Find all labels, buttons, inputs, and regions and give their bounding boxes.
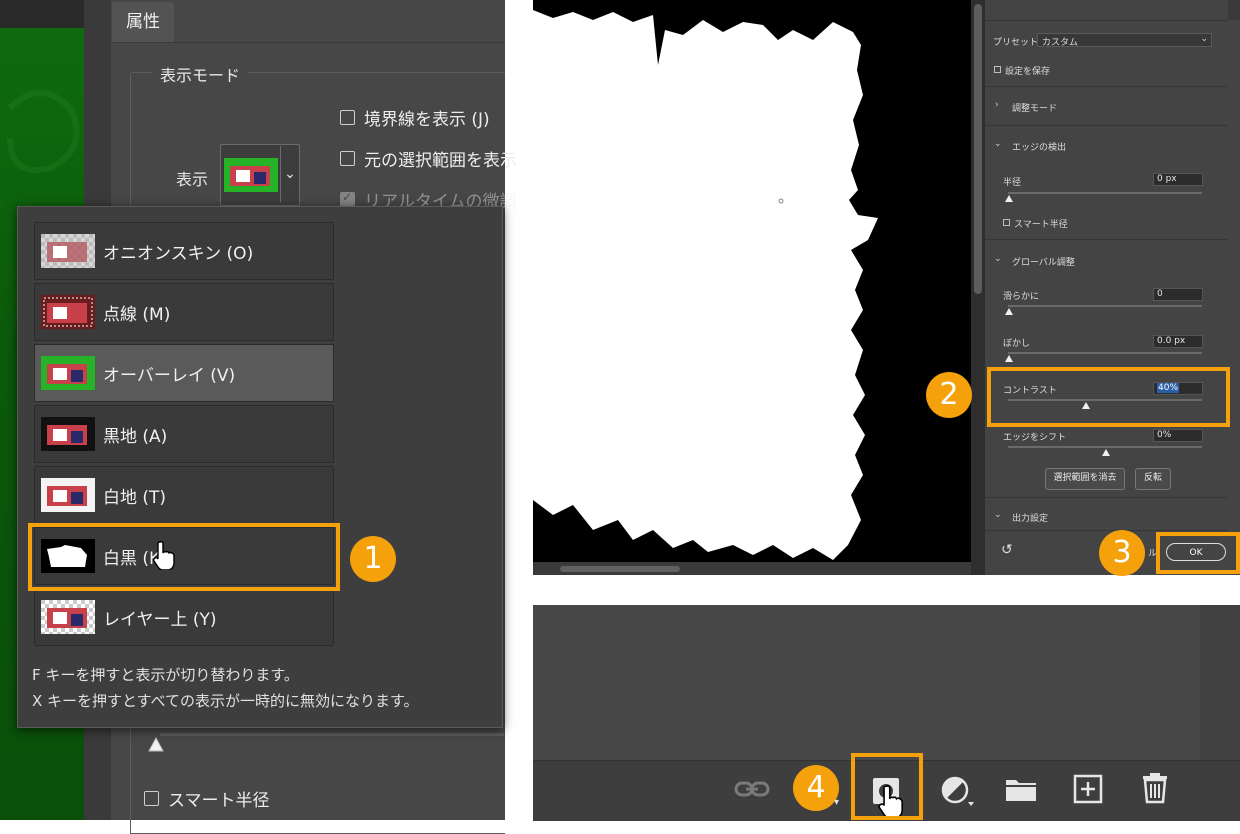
view-option-label: レイヤー上 (Y) (103, 609, 217, 630)
show-original-option[interactable]: 元の選択範囲を表示 (340, 146, 517, 171)
realtime-refine-checkbox[interactable]: ✓ (340, 190, 355, 207)
section-divider (985, 497, 1228, 498)
global-refine-label[interactable]: グローバル調整 (1012, 255, 1075, 268)
preset-value: カスタム (1042, 38, 1079, 48)
view-option-on-layers[interactable]: レイヤー上 (Y) (34, 588, 334, 646)
highlight-box-2 (987, 367, 1230, 427)
show-edge-checkbox[interactable] (340, 110, 355, 125)
overlay-thumbnail (41, 356, 95, 390)
show-original-checkbox[interactable] (340, 151, 355, 166)
link-icon[interactable] (734, 778, 770, 800)
panel-edge (1228, 0, 1240, 20)
view-option-label: 白地 (T) (103, 487, 167, 508)
onion-skin-thumbnail (41, 234, 95, 268)
adjust-mode-label[interactable]: 調整モード (1012, 101, 1057, 114)
highlight-box-3 (1156, 532, 1240, 574)
radius-slider-track[interactable] (1008, 192, 1202, 194)
step-badge-4: 4 (793, 765, 839, 811)
smart-radius-checkbox[interactable] (144, 791, 159, 806)
section-divider (985, 125, 1228, 126)
chevron-down-icon[interactable]: ⌄ (994, 254, 1002, 264)
feather-label: ぼかし (1003, 339, 1031, 349)
shift-edge-input[interactable]: 0% (1153, 429, 1203, 442)
show-original-label: 元の選択範囲を表示 (364, 151, 517, 171)
section-divider (985, 530, 1228, 531)
shift-edge-slider-track[interactable] (1008, 446, 1202, 448)
slider-thumb-icon[interactable] (147, 736, 165, 754)
view-label: 表示 (176, 170, 209, 189)
feather-slider-thumb[interactable] (1005, 355, 1013, 362)
tab-properties[interactable]: 属性 (112, 2, 174, 42)
chevron-down-icon[interactable]: ⌄ (994, 139, 1002, 149)
smart-radius-label: スマート半径 (168, 791, 270, 811)
radius-slider-thumb[interactable] (1005, 195, 1013, 202)
view-option-on-black[interactable]: 黒地 (A) (34, 405, 334, 463)
clear-selection-button[interactable]: 選択範囲を消去 (1045, 468, 1125, 490)
chevron-right-icon[interactable]: › (995, 100, 999, 110)
smart-radius-checkbox[interactable] (1003, 219, 1010, 226)
feather-slider-track[interactable] (1008, 352, 1202, 354)
invert-button[interactable]: 反転 (1135, 468, 1171, 490)
mask-preview-canvas[interactable] (533, 0, 971, 562)
reset-icon[interactable]: ↺ (1001, 542, 1013, 558)
radius-label: 半径 (1003, 178, 1022, 188)
horizontal-scroll-thumb[interactable] (560, 566, 680, 572)
hint-f-key: F キーを押すと表示が切り替わります。 (32, 666, 299, 684)
save-settings-label: 設定を保存 (1005, 67, 1051, 77)
hint-x-key: X キーを押すとすべての表示が一時的に無効になります。 (32, 692, 419, 710)
shift-edge-slider-thumb[interactable] (1102, 449, 1110, 456)
show-edge-label: 境界線を表示 (J) (364, 110, 490, 130)
smooth-label: 滑らかに (1003, 292, 1040, 302)
smooth-input[interactable]: 0 (1153, 288, 1203, 301)
step-badge-2: 2 (926, 372, 972, 418)
smooth-slider-thumb[interactable] (1005, 308, 1013, 315)
smart-radius-option[interactable]: スマート半径 (144, 786, 270, 811)
step-badge-3: 3 (1099, 530, 1145, 576)
section-divider (985, 239, 1228, 240)
section-divider (985, 86, 1228, 87)
highlight-box-4 (851, 753, 923, 820)
view-option-label: 黒地 (A) (103, 426, 168, 447)
preset-select[interactable]: カスタム ⌄ (1037, 33, 1212, 48)
vertical-scroll-thumb[interactable] (974, 4, 982, 294)
view-option-label: オーバーレイ (V) (103, 365, 236, 386)
panel-header-divider (110, 42, 504, 43)
section-divider (985, 20, 1228, 21)
radius-input[interactable]: 0 px (1153, 173, 1203, 186)
output-settings-label[interactable]: 出力設定 (1012, 511, 1048, 524)
trash-icon[interactable] (1141, 772, 1169, 804)
step-badge-1: 1 (350, 536, 396, 582)
edge-detection-label[interactable]: エッジの検出 (1012, 140, 1066, 153)
highlight-box-1 (28, 523, 340, 591)
on-layers-thumbnail (41, 600, 95, 634)
view-option-on-white[interactable]: 白地 (T) (34, 466, 334, 524)
adjustment-layer-icon[interactable] (940, 776, 974, 808)
display-mode-legend: 表示モード (152, 62, 249, 86)
save-settings-checkbox[interactable] (994, 66, 1001, 73)
dropdown-arrow-icon: ▾ (834, 797, 840, 808)
show-edge-option[interactable]: 境界線を表示 (J) (340, 105, 490, 130)
chevron-down-icon[interactable]: ⌄ (994, 510, 1002, 520)
on-white-thumbnail (41, 478, 95, 512)
on-black-thumbnail (41, 417, 95, 451)
smart-radius-label: スマート半径 (1014, 220, 1068, 230)
marching-ants-thumbnail (41, 295, 95, 329)
folder-icon[interactable] (1005, 776, 1037, 802)
chevron-down-icon[interactable]: ⌄ (280, 146, 299, 202)
slider-track (160, 733, 504, 736)
view-option-overlay[interactable]: オーバーレイ (V) (34, 344, 334, 402)
mask-shape (533, 10, 878, 560)
view-option-label: オニオンスキン (O) (103, 243, 254, 264)
layers-panel-scroll-area (1200, 605, 1240, 760)
new-layer-icon[interactable] (1073, 774, 1103, 804)
view-option-onion-skin[interactable]: オニオンスキン (O) (34, 222, 334, 280)
view-option-marching-ants[interactable]: 点線 (M) (34, 283, 334, 341)
view-mode-thumbnail (224, 158, 278, 192)
chevron-down-icon: ⌄ (1200, 34, 1208, 44)
feather-input[interactable]: 0.0 px (1153, 335, 1203, 348)
preset-label: プリセット (993, 38, 1039, 48)
smooth-slider-track[interactable] (1008, 305, 1202, 307)
shift-edge-label: エッジをシフト (1003, 433, 1067, 443)
view-option-label: 点線 (M) (103, 304, 171, 325)
